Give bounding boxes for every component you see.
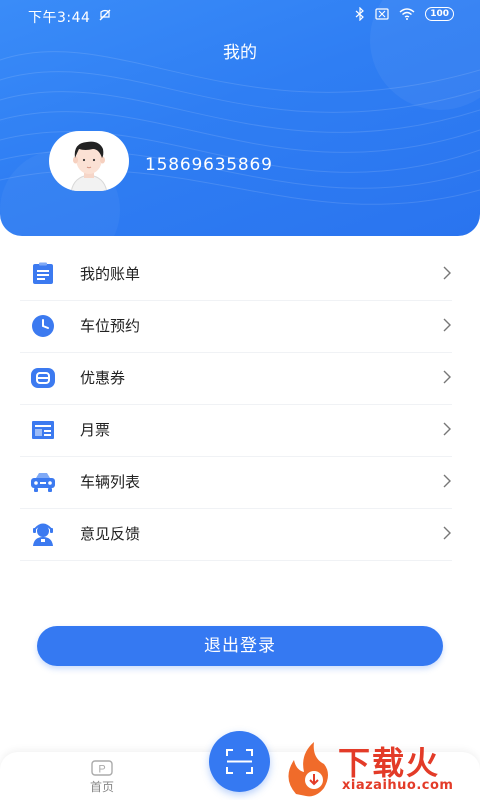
menu-item-label: 车辆列表 [80, 473, 141, 491]
parking-icon-glyph: P [98, 764, 105, 776]
menu-item-coupons[interactable]: 优惠券 [20, 353, 452, 405]
tab-home[interactable]: P 首页 [80, 760, 124, 795]
watermark-url: xiazaihuo.com [342, 778, 454, 793]
status-bar: 下午3:44 100 [0, 0, 480, 32]
chevron-right-icon [443, 526, 451, 540]
tab-home-label: 首页 [89, 780, 114, 794]
ticket-icon [32, 421, 54, 439]
bill-icon [33, 262, 53, 284]
car-icon [31, 473, 55, 492]
header-wave-pattern [0, 0, 480, 236]
menu-item-label: 我的账单 [80, 265, 141, 283]
parking-icon: P [91, 760, 113, 776]
menu-item-label: 月票 [80, 421, 111, 439]
bluetooth-icon [355, 7, 365, 21]
page-title: 我的 [223, 43, 257, 63]
chevron-right-icon [443, 318, 451, 332]
coupon-icon [31, 368, 55, 388]
sim-icon [375, 8, 389, 20]
menu-item-label: 意见反馈 [80, 525, 141, 543]
menu-item-label: 优惠券 [80, 369, 126, 387]
chevron-right-icon [443, 474, 451, 488]
avatar-icon [70, 141, 108, 191]
menu-item-bills[interactable]: 我的账单 [20, 249, 452, 301]
avatar[interactable] [49, 131, 129, 191]
menu-item-label: 车位预约 [80, 317, 141, 335]
user-phone: 15869635869 [145, 155, 273, 175]
menu-item-feedback[interactable]: 意见反馈 [20, 509, 452, 561]
chevron-right-icon [443, 266, 451, 280]
status-time: 下午3:44 [28, 10, 91, 26]
battery-icon: 100 [425, 7, 454, 21]
menu-item-vehicles[interactable]: 车辆列表 [20, 457, 452, 509]
menu-item-monthly-pass[interactable]: 月票 [20, 405, 452, 457]
chevron-right-icon [443, 422, 451, 436]
menu-item-reservation[interactable]: 车位预约 [20, 301, 452, 353]
dnd-icon [99, 9, 111, 21]
clock-icon [32, 315, 54, 337]
feedback-icon [33, 523, 53, 546]
status-icons: 100 [355, 7, 454, 21]
logout-button[interactable]: 退出登录 [37, 626, 443, 666]
profile-header: 下午3:44 100 我的 15869635869 [0, 0, 480, 236]
wifi-icon [399, 8, 415, 20]
scan-icon [226, 749, 253, 774]
scan-button[interactable] [209, 731, 270, 792]
menu-list: 我的账单 车位预约 优惠券 月票 车辆列表 意见反馈 [0, 249, 480, 561]
chevron-right-icon [443, 370, 451, 384]
